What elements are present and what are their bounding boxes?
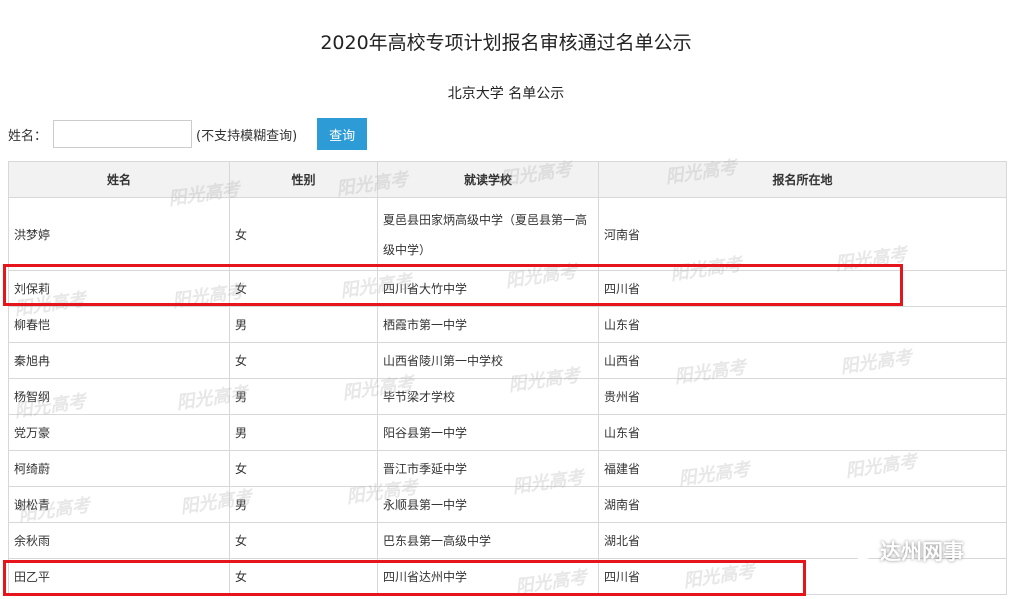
cell-school: 夏邑县田家炳高级中学（夏邑县第一高级中学） — [377, 197, 599, 271]
cell-gender: 女 — [229, 197, 378, 271]
cell-name: 秦旭冉 — [8, 342, 230, 379]
cell-name: 柳春恺 — [8, 306, 230, 343]
header-school: 就读学校 — [377, 161, 599, 198]
table-header-row: 姓名 性别 就读学校 报名所在地 — [8, 161, 1007, 198]
page-subtitle: 北京大学 名单公示 — [447, 86, 565, 102]
cell-name: 柯绮蔚 — [8, 450, 230, 487]
cell-region: 湖南省 — [598, 486, 1007, 523]
header-region: 报名所在地 — [598, 161, 1007, 198]
cell-region: 河南省 — [598, 197, 1007, 271]
table-row: 杨智纲 男 毕节梁才学校 贵州省 — [8, 378, 1007, 415]
table-row: 柳春恺 男 栖霞市第一中学 山东省 — [8, 306, 1007, 343]
cell-gender: 男 — [229, 486, 378, 523]
header-name: 姓名 — [8, 161, 230, 198]
search-button[interactable]: 查询 — [317, 118, 368, 150]
cell-gender: 女 — [229, 558, 378, 595]
cell-school: 晋江市季延中学 — [377, 450, 599, 487]
cell-school: 永顺县第一中学 — [377, 486, 599, 523]
cell-region: 福建省 — [598, 450, 1007, 487]
table-row: 秦旭冉 女 山西省陵川第一中学校 山西省 — [8, 342, 1007, 379]
table-row: 党万豪 男 阳谷县第一中学 山东省 — [8, 414, 1007, 451]
brand-label: 达州网事 — [880, 540, 964, 564]
table-row: 谢松青 男 永顺县第一中学 湖南省 — [8, 486, 1007, 523]
cell-region: 山东省 — [598, 306, 1007, 343]
cell-region: 贵州省 — [598, 378, 1007, 415]
results-table: 姓名 性别 就读学校 报名所在地 洪梦婷 女 夏邑县田家炳高级中学（夏邑县第一高… — [8, 161, 1007, 595]
table-row: 柯绮蔚 女 晋江市季延中学 福建省 — [8, 450, 1007, 487]
cell-region: 山西省 — [598, 342, 1007, 379]
cell-region: 山东省 — [598, 414, 1007, 451]
cell-school: 四川省达州中学 — [377, 558, 599, 595]
cell-region: 四川省 — [598, 270, 1007, 307]
name-label: 姓名： — [8, 128, 48, 144]
cell-name: 党万豪 — [8, 414, 230, 451]
table-row: 洪梦婷 女 夏邑县田家炳高级中学（夏邑县第一高级中学） 河南省 — [8, 197, 1007, 271]
cell-gender: 男 — [229, 414, 378, 451]
cell-school: 栖霞市第一中学 — [377, 306, 599, 343]
cell-name: 田乙平 — [8, 558, 230, 595]
cell-school: 毕节梁才学校 — [377, 378, 599, 415]
cell-school: 巴东县第一高级中学 — [377, 522, 599, 559]
cell-name: 洪梦婷 — [8, 197, 230, 271]
cell-name: 余秋雨 — [8, 522, 230, 559]
header-gender: 性别 — [229, 161, 378, 198]
cell-school: 山西省陵川第一中学校 — [377, 342, 599, 379]
brand-watermark: 达州网事 — [846, 536, 964, 566]
table-row: 刘保莉 女 四川省大竹中学 四川省 — [8, 270, 1007, 307]
cell-gender: 女 — [229, 522, 378, 559]
wechat-bubble-icon — [846, 540, 872, 562]
cell-school: 阳谷县第一中学 — [377, 414, 599, 451]
cell-gender: 男 — [229, 378, 378, 415]
search-bar: 姓名： (不支持模糊查询) 查询 — [8, 118, 368, 150]
cell-name: 杨智纲 — [8, 378, 230, 415]
cell-name: 谢松青 — [8, 486, 230, 523]
cell-gender: 男 — [229, 306, 378, 343]
page-title: 2020年高校专项计划报名审核通过名单公示 — [320, 32, 692, 54]
search-hint: (不支持模糊查询) — [196, 128, 298, 144]
cell-name: 刘保莉 — [8, 270, 230, 307]
cell-gender: 女 — [229, 342, 378, 379]
cell-gender: 女 — [229, 270, 378, 307]
name-search-input[interactable] — [53, 120, 193, 148]
cell-school: 四川省大竹中学 — [377, 270, 599, 307]
cell-gender: 女 — [229, 450, 378, 487]
